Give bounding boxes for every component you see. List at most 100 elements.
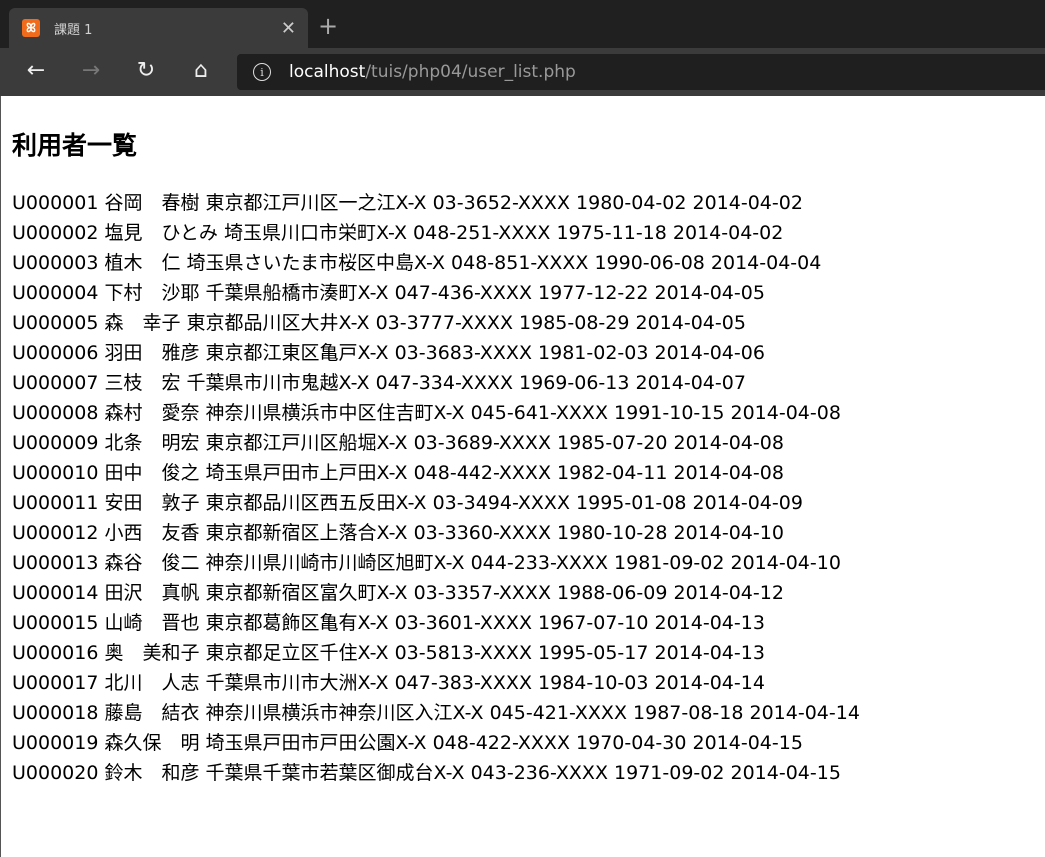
user-id: U000006 — [12, 342, 99, 364]
user-name: 森久保 明 — [104, 732, 200, 754]
toolbar: ← → ↻ ⌂ i localhost/tuis/php04/user_list… — [0, 48, 1045, 96]
user-name: 藤島 結衣 — [104, 702, 200, 724]
user-address: 神奈川県川崎市川崎区旭町X-X — [205, 552, 465, 574]
user-registered-date: 2014-04-15 — [692, 732, 803, 754]
user-id: U000017 — [12, 672, 99, 694]
info-icon[interactable]: i — [253, 63, 271, 81]
user-registered-date: 2014-04-10 — [673, 522, 784, 544]
user-registered-date: 2014-04-06 — [654, 342, 765, 364]
user-id: U000013 — [12, 552, 99, 574]
user-birthdate: 1980-10-28 — [557, 522, 668, 544]
user-address: 東京都品川区大井X-X — [186, 312, 370, 334]
user-name: 森村 愛奈 — [104, 402, 200, 424]
user-row: U000003 植木 仁 埼玉県さいたま市桜区中島X-X 048-851-XXX… — [12, 248, 1045, 278]
user-birthdate: 1987-08-18 — [633, 702, 744, 724]
user-name: 田沢 真帆 — [104, 582, 200, 604]
user-row: U000012 小西 友香 東京都新宿区上落合X-X 03-3360-XXXX … — [12, 518, 1045, 548]
user-id: U000011 — [12, 492, 99, 514]
user-id: U000008 — [12, 402, 99, 424]
user-address: 千葉県千葉市若葉区御成台X-X — [205, 762, 465, 784]
user-address: 東京都葛飾区亀有X-X — [205, 612, 389, 634]
user-row: U000006 羽田 雅彦 東京都江東区亀戸X-X 03-3683-XXXX 1… — [12, 338, 1045, 368]
user-registered-date: 2014-04-04 — [710, 252, 822, 274]
user-phone: 03-5813-XXXX — [394, 642, 532, 664]
user-address: 東京都江東区亀戸X-X — [205, 342, 389, 364]
new-tab-icon[interactable]: + — [318, 12, 338, 40]
user-row: U000005 森 幸子 東京都品川区大井X-X 03-3777-XXXX 19… — [12, 308, 1045, 338]
user-registered-date: 2014-04-02 — [672, 222, 784, 244]
user-address: 千葉県市川市鬼越X-X — [186, 372, 370, 394]
address-bar[interactable]: i localhost/tuis/php04/user_list.php — [237, 54, 1045, 90]
user-id: U000010 — [12, 462, 99, 484]
user-name: 山崎 晋也 — [104, 612, 200, 634]
user-phone: 043-236-XXXX — [470, 762, 608, 784]
user-phone: 047-436-XXXX — [394, 282, 532, 304]
user-birthdate: 1971-09-02 — [614, 762, 725, 784]
user-address: 千葉県市川市大洲X-X — [205, 672, 389, 694]
user-birthdate: 1970-04-30 — [576, 732, 687, 754]
user-name: 羽田 雅彦 — [104, 342, 200, 364]
user-row: U000008 森村 愛奈 神奈川県横浜市中区住吉町X-X 045-641-XX… — [12, 398, 1045, 428]
user-registered-date: 2014-04-13 — [654, 642, 765, 664]
user-address: 東京都品川区西五反田X-X — [205, 492, 427, 514]
user-birthdate: 1985-08-29 — [519, 312, 630, 334]
user-row: U000004 下村 沙耶 千葉県船橋市湊町X-X 047-436-XXXX 1… — [12, 278, 1045, 308]
user-address: 埼玉県川口市栄町X-X — [223, 222, 407, 244]
user-name: 三枝 宏 — [104, 372, 181, 394]
user-row: U000013 森谷 俊二 神奈川県川崎市川崎区旭町X-X 044-233-XX… — [12, 548, 1045, 578]
user-phone: 03-3357-XXXX — [413, 582, 551, 604]
home-icon[interactable]: ⌂ — [187, 58, 215, 83]
user-birthdate: 1995-05-17 — [538, 642, 649, 664]
user-id: U000018 — [12, 702, 99, 724]
page-title: 利用者一覧 — [12, 131, 138, 160]
user-birthdate: 1984-10-03 — [538, 672, 649, 694]
user-birthdate: 1995-01-08 — [576, 492, 687, 514]
user-birthdate: 1985-07-20 — [557, 432, 668, 454]
user-phone: 048-251-XXXX — [413, 222, 551, 244]
url-text[interactable]: localhost/tuis/php04/user_list.php — [289, 62, 576, 82]
user-list: U000001 谷岡 春樹 東京都江戸川区一之江X-X 03-3652-XXXX… — [12, 188, 1045, 788]
user-address: 東京都足立区千住X-X — [205, 642, 389, 664]
user-row: U000020 鈴木 和彦 千葉県千葉市若葉区御成台X-X 043-236-XX… — [12, 758, 1045, 788]
user-phone: 03-3494-XXXX — [432, 492, 570, 514]
user-id: U000015 — [12, 612, 99, 634]
user-row: U000002 塩見 ひとみ 埼玉県川口市栄町X-X 048-251-XXXX … — [12, 218, 1045, 248]
user-birthdate: 1981-02-03 — [538, 342, 649, 364]
user-name: 森谷 俊二 — [104, 552, 200, 574]
user-row: U000011 安田 敦子 東京都品川区西五反田X-X 03-3494-XXXX… — [12, 488, 1045, 518]
browser-tab[interactable]: ꕤ 課題 1 ✕ — [9, 8, 308, 48]
user-registered-date: 2014-04-08 — [673, 462, 784, 484]
user-phone: 047-383-XXXX — [394, 672, 532, 694]
user-registered-date: 2014-04-07 — [635, 372, 746, 394]
user-row: U000015 山崎 晋也 東京都葛飾区亀有X-X 03-3601-XXXX 1… — [12, 608, 1045, 638]
back-icon[interactable]: ← — [22, 58, 50, 83]
user-birthdate: 1990-06-08 — [594, 252, 705, 274]
user-name: 植木 仁 — [104, 252, 181, 274]
user-name: 北条 明宏 — [104, 432, 200, 454]
user-address: 神奈川県横浜市神奈川区入江X-X — [205, 702, 484, 724]
user-id: U000016 — [12, 642, 99, 664]
user-registered-date: 2014-04-09 — [692, 492, 803, 514]
refresh-icon[interactable]: ↻ — [132, 58, 160, 83]
user-registered-date: 2014-04-13 — [654, 612, 765, 634]
user-registered-date: 2014-04-12 — [673, 582, 784, 604]
user-name: 小西 友香 — [104, 522, 200, 544]
user-row: U000016 奥 美和子 東京都足立区千住X-X 03-5813-XXXX 1… — [12, 638, 1045, 668]
user-id: U000014 — [12, 582, 99, 604]
user-address: 東京都新宿区富久町X-X — [205, 582, 408, 604]
user-id: U000012 — [12, 522, 99, 544]
forward-icon[interactable]: → — [77, 58, 105, 83]
user-address: 埼玉県さいたま市桜区中島X-X — [186, 252, 445, 274]
user-birthdate: 1967-07-10 — [538, 612, 649, 634]
user-registered-date: 2014-04-05 — [635, 312, 746, 334]
user-registered-date: 2014-04-14 — [654, 672, 765, 694]
close-tab-icon[interactable]: ✕ — [281, 18, 296, 39]
user-row: U000007 三枝 宏 千葉県市川市鬼越X-X 047-334-XXXX 19… — [12, 368, 1045, 398]
tab-title: 課題 1 — [54, 22, 93, 38]
user-birthdate: 1975-11-18 — [556, 222, 667, 244]
user-address: 神奈川県横浜市中区住吉町X-X — [205, 402, 465, 424]
user-birthdate: 1982-04-11 — [557, 462, 668, 484]
user-birthdate: 1969-06-13 — [519, 372, 630, 394]
user-name: 鈴木 和彦 — [104, 762, 200, 784]
user-row: U000001 谷岡 春樹 東京都江戸川区一之江X-X 03-3652-XXXX… — [12, 188, 1045, 218]
